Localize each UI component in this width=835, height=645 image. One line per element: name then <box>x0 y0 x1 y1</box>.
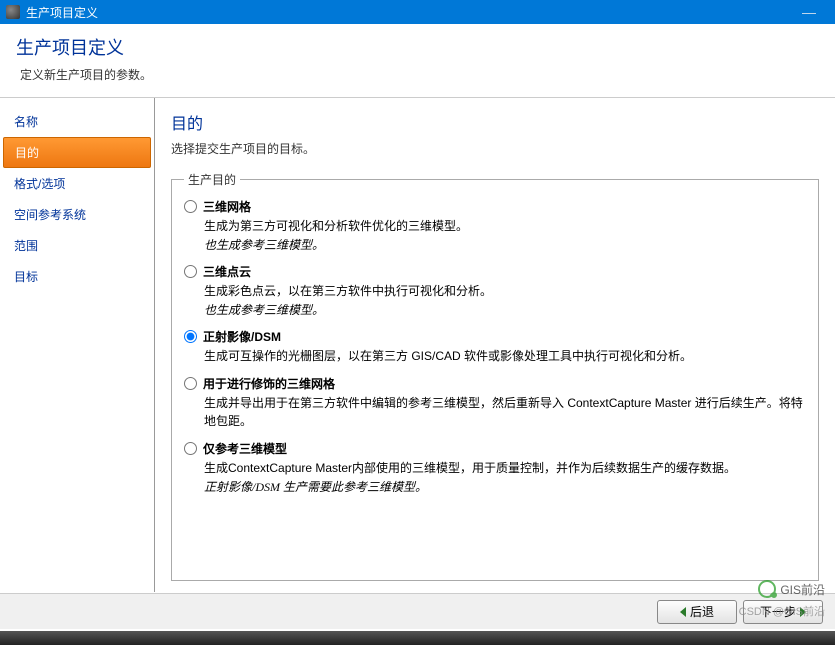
wizard-footer: 后退 下一步 <box>0 593 835 629</box>
window-title: 生产项目定义 <box>26 4 98 21</box>
titlebar: 生产项目定义 — <box>0 0 835 24</box>
section-subtitle: 选择提交生产项目的目标。 <box>171 140 819 157</box>
radio-ortho-dsm[interactable] <box>184 330 197 343</box>
option-note: 也生成参考三维模型。 <box>204 236 806 253</box>
wizard-sidebar: 名称 目的 格式/选项 空间参考系统 范围 目标 <box>0 98 155 592</box>
option-desc: 生成并导出用于在第三方软件中编辑的参考三维模型，然后重新导入 ContextCa… <box>204 394 806 430</box>
radio-reference-only[interactable] <box>184 442 197 455</box>
app-icon <box>6 5 20 19</box>
sidebar-item-target[interactable]: 目标 <box>0 261 154 292</box>
option-note: 正射影像/DSM 生产需要此参考三维模型。 <box>204 478 806 495</box>
option-desc: 生成可互操作的光栅图层，以在第三方 GIS/CAD 软件或影像处理工具中执行可视… <box>204 347 806 365</box>
wizard-main: 目的 选择提交生产项目的目标。 生产目的 三维网格 生成为第三方可视化和分析软件… <box>155 98 835 592</box>
page-title: 生产项目定义 <box>16 34 819 60</box>
option-label: 仅参考三维模型 <box>203 440 287 457</box>
section-title: 目的 <box>171 110 819 134</box>
sidebar-item-format[interactable]: 格式/选项 <box>0 168 154 199</box>
sidebar-item-srs[interactable]: 空间参考系统 <box>0 199 154 230</box>
sidebar-item-extent[interactable]: 范围 <box>0 230 154 261</box>
option-3d-mesh: 三维网格 生成为第三方可视化和分析软件优化的三维模型。 也生成参考三维模型。 <box>184 198 806 253</box>
sidebar-item-name[interactable]: 名称 <box>0 106 154 137</box>
option-point-cloud: 三维点云 生成彩色点云，以在第三方软件中执行可视化和分析。 也生成参考三维模型。 <box>184 263 806 318</box>
option-ortho-dsm: 正射影像/DSM 生成可互操作的光栅图层，以在第三方 GIS/CAD 软件或影像… <box>184 328 806 365</box>
purpose-group: 生产目的 三维网格 生成为第三方可视化和分析软件优化的三维模型。 也生成参考三维… <box>171 171 819 581</box>
next-button[interactable]: 下一步 <box>743 600 823 624</box>
option-desc: 生成ContextCapture Master内部使用的三维模型，用于质量控制，… <box>204 459 806 477</box>
radio-3d-mesh[interactable] <box>184 200 197 213</box>
taskbar <box>0 631 835 645</box>
page-subtitle: 定义新生产项目的参数。 <box>16 66 819 83</box>
option-label: 三维点云 <box>203 263 251 280</box>
wizard-header: 生产项目定义 定义新生产项目的参数。 <box>0 24 835 98</box>
option-reference-only: 仅参考三维模型 生成ContextCapture Master内部使用的三维模型… <box>184 440 806 495</box>
radio-retouch-mesh[interactable] <box>184 377 197 390</box>
radio-point-cloud[interactable] <box>184 265 197 278</box>
option-desc: 生成彩色点云，以在第三方软件中执行可视化和分析。 <box>204 282 806 300</box>
option-label: 正射影像/DSM <box>203 328 281 345</box>
option-note: 也生成参考三维模型。 <box>204 301 806 318</box>
option-label: 三维网格 <box>203 198 251 215</box>
option-retouch-mesh: 用于进行修饰的三维网格 生成并导出用于在第三方软件中编辑的参考三维模型，然后重新… <box>184 375 806 430</box>
option-label: 用于进行修饰的三维网格 <box>203 375 335 392</box>
group-legend: 生产目的 <box>184 171 240 188</box>
option-desc: 生成为第三方可视化和分析软件优化的三维模型。 <box>204 217 806 235</box>
sidebar-item-purpose[interactable]: 目的 <box>3 137 151 168</box>
back-button[interactable]: 后退 <box>657 600 737 624</box>
minimize-button[interactable]: — <box>789 0 829 24</box>
